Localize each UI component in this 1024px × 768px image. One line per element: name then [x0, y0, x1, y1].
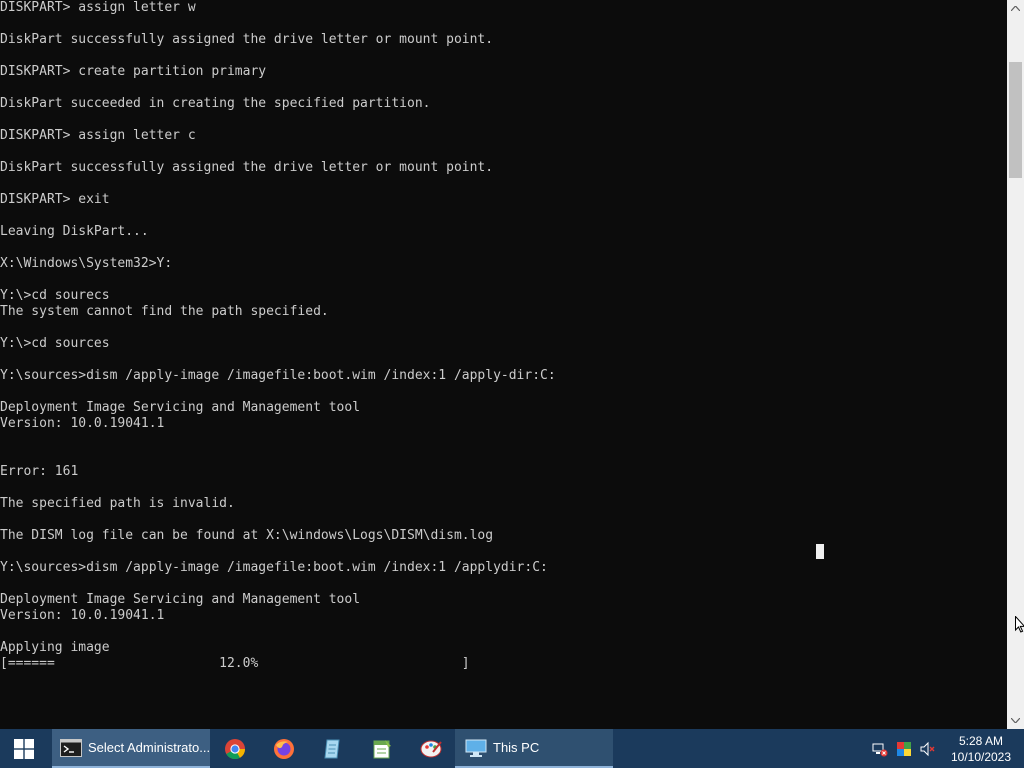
clock-time: 5:28 AM: [958, 733, 1004, 748]
console-line: DiskPart successfully assigned the drive…: [0, 32, 494, 47]
firefox-icon: [273, 738, 294, 759]
console-line: DiskPart succeeded in creating the speci…: [0, 96, 431, 111]
console-line: DiskPart successfully assigned the drive…: [0, 160, 494, 175]
console-output: DISKPART> assign letter w DiskPart succes…: [0, 0, 556, 672]
console-line: X:\Windows\System32>Y:: [0, 256, 173, 271]
notepad-icon: [323, 739, 340, 758]
scrollbar-thumb[interactable]: [1009, 62, 1022, 178]
console-line: Y:\sources>dism /apply-image /imagefile:…: [0, 368, 556, 383]
network-disconnected-icon[interactable]: [868, 729, 892, 768]
taskbar-item-notepad-plus-plus[interactable]: [357, 729, 406, 768]
console-line: Deployment Image Servicing and Managemen…: [0, 592, 361, 607]
console-line: DISKPART> create partition primary: [0, 64, 267, 79]
console-line: Y:\>cd sources: [0, 336, 110, 351]
console-line: Deployment Image Servicing and Managemen…: [0, 400, 361, 415]
command-prompt-icon: [60, 738, 82, 757]
windows-logo-icon: [14, 738, 34, 759]
taskbar-item-notepad[interactable]: [308, 729, 357, 768]
command-prompt-window[interactable]: DISKPART> assign letter w DiskPart succes…: [0, 0, 1007, 729]
taskbar-clock[interactable]: 5:28 AM 10/10/2023: [946, 733, 1016, 765]
console-line: Error: 161: [0, 464, 79, 479]
scroll-up-arrow-icon[interactable]: [1007, 0, 1024, 17]
system-tray: 5:28 AM 10/10/2023: [868, 729, 1024, 768]
taskbar-item-label: Select Administrato...: [87, 740, 210, 755]
taskbar-item-chrome[interactable]: [210, 729, 259, 768]
taskbar-item-paint[interactable]: [406, 729, 455, 768]
blinking-text-cursor: [816, 544, 824, 559]
console-line: Applying image: [0, 640, 110, 655]
console-line: Leaving DiskPart...: [0, 224, 149, 239]
taskbar-item-this-pc[interactable]: This PC: [455, 729, 613, 768]
notepadpp-icon: [373, 739, 391, 758]
console-line: The DISM log file can be found at X:\win…: [0, 528, 494, 543]
paint-icon: [420, 740, 442, 757]
scroll-down-arrow-icon[interactable]: [1007, 712, 1024, 729]
mouse-pointer-icon: [1015, 615, 1024, 637]
console-line: Y:\sources>dism /apply-image /imagefile:…: [0, 560, 548, 575]
console-line: The specified path is invalid.: [0, 496, 235, 511]
console-line: [====== 12.0% ]: [0, 656, 470, 671]
taskbar-item-command-prompt[interactable]: Select Administrato...: [52, 729, 210, 768]
console-line: Y:\>cd sourecs: [0, 288, 110, 303]
taskbar-item-firefox[interactable]: [259, 729, 308, 768]
computer-icon: [465, 739, 487, 757]
taskbar-item-label: This PC: [493, 740, 540, 755]
color-app-icon[interactable]: [892, 729, 916, 768]
volume-muted-icon[interactable]: [916, 729, 940, 768]
chrome-icon: [224, 738, 245, 759]
console-line: The system cannot find the path specifie…: [0, 304, 329, 319]
console-line: Version: 10.0.19041.1: [0, 608, 165, 623]
console-line: Version: 10.0.19041.1: [0, 416, 165, 431]
clock-date: 10/10/2023: [950, 749, 1012, 764]
console-line: DISKPART> exit: [0, 192, 110, 207]
console-line: DISKPART> assign letter w: [0, 0, 196, 15]
console-line: DISKPART> assign letter c: [0, 128, 196, 143]
start-button[interactable]: [0, 729, 48, 768]
taskbar: Select Administrato... This PC 5:28 AM 1…: [0, 729, 1024, 768]
